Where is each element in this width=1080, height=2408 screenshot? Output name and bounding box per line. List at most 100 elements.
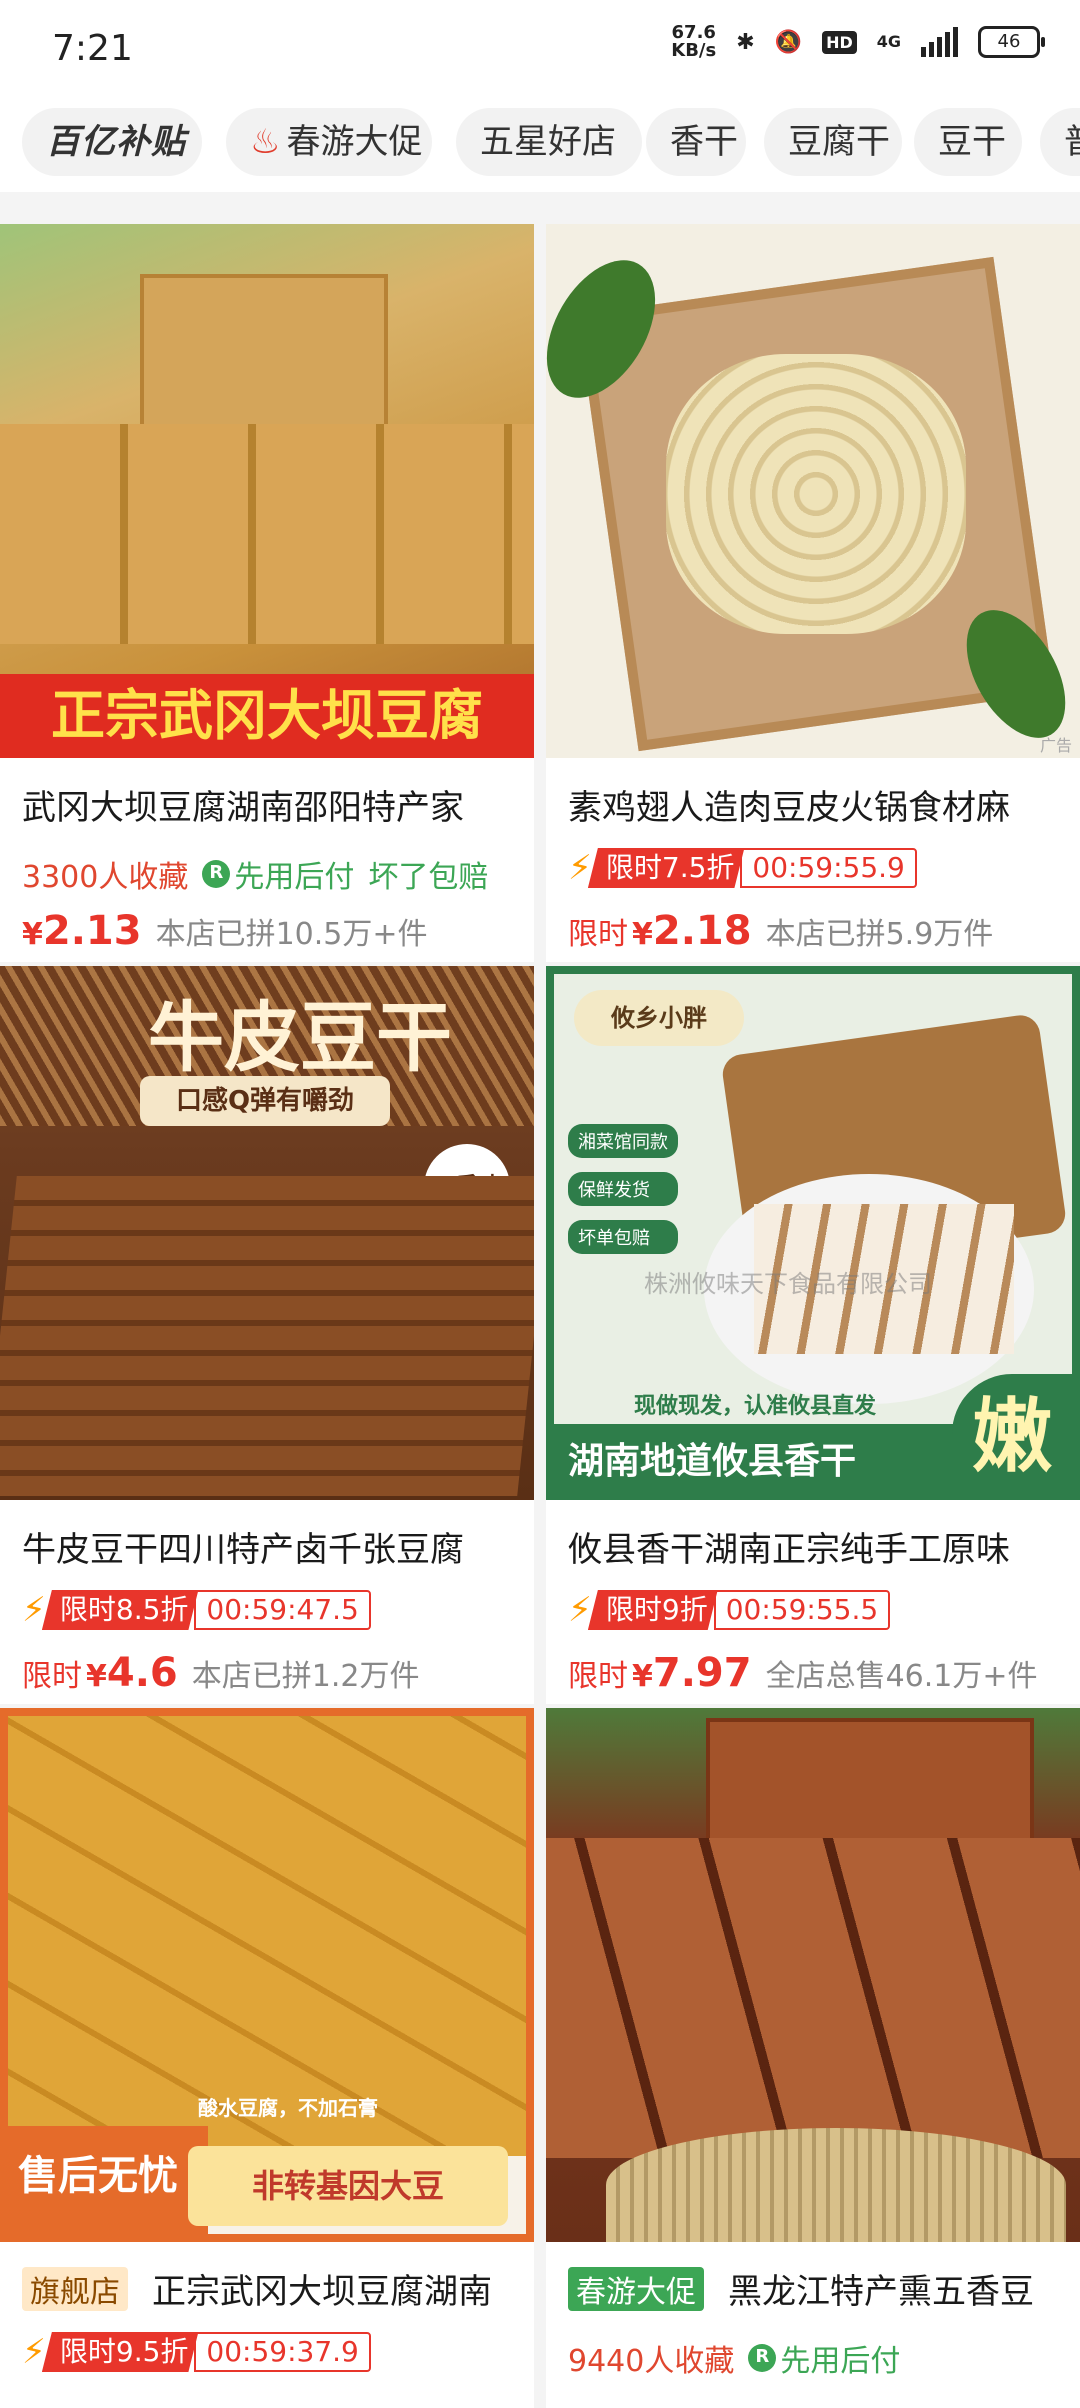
tofu-sheets (0, 1176, 534, 1496)
price: 限时 ¥4.6 (22, 1650, 178, 1696)
flagship-tag: 旗舰店 (22, 2266, 128, 2311)
price-row: 限时 ¥7.97 全店总售46.1万+件 (568, 1650, 1038, 1696)
tab-five-star[interactable]: 五星好店 (456, 108, 642, 176)
product-image: 正宗武冈大坝豆腐 (0, 224, 534, 758)
image-title: 牛皮豆干 (148, 993, 452, 1082)
feature-badge: 坏单包赔 (568, 1220, 678, 1254)
price: ¥2.13 (22, 908, 142, 954)
flash-sale: ⚡ 限时9.5折 00:59:37.9 (22, 2332, 371, 2372)
signal-icon (921, 27, 958, 57)
flash-badge: ⚡ 限时8.5折 00:59:47.5 (22, 1590, 371, 1630)
image-subtitle: 口感Q弹有嚼劲 (140, 1076, 390, 1126)
product-title: 牛皮豆干四川特产卤千张豆腐 (22, 1530, 464, 1570)
watermark: 株洲攸味天下食品有限公司 (644, 1270, 932, 1298)
product-image (546, 1708, 1080, 2242)
bluetooth-icon: ✱ (736, 29, 755, 55)
tofu-row (0, 424, 534, 644)
pay-later-icon (202, 860, 231, 888)
product-card[interactable]: 春游大促 黑龙江特产熏五香豆 9440人收藏 先用后付 (546, 1708, 1080, 2408)
tab-brand-subsidy[interactable]: 百亿补贴 (22, 108, 202, 176)
lightning-icon: ⚡ (568, 848, 592, 888)
product-title-row: 春游大促 黑龙江特产熏五香豆 (568, 2264, 1034, 2313)
tofu-pile (8, 1716, 526, 2156)
product-title: 正宗武冈大坝豆腐湖南 (152, 2272, 492, 2312)
pay-later-icon (748, 2344, 777, 2372)
network-speed: 67.6 KB/s (671, 22, 717, 61)
flash-sale: ⚡ 限时8.5折 00:59:47.5 (22, 1590, 371, 1630)
network-type: 4G (876, 32, 901, 51)
product-grid: 正宗武冈大坝豆腐 武冈大坝豆腐湖南邵阳特产家 3300人收藏 先用后付 坏了包赔… (0, 196, 1080, 2408)
countdown: 00:59:37.9 (194, 2332, 371, 2372)
lightning-icon: ⚡ (568, 1590, 592, 1630)
product-title: 武冈大坝豆腐湖南邵阳特产家 (22, 788, 464, 828)
product-badges: 3300人收藏 先用后付 坏了包赔 (22, 852, 488, 896)
image-note: 现做现发，认准攸县直发 (634, 1394, 877, 1419)
countdown: 00:59:47.5 (194, 1590, 371, 1630)
status-icons: 67.6 KB/s ✱ 🔕 HD 4G 46 (671, 22, 1045, 61)
product-card[interactable]: 牛皮豆干 口感Q弹有嚼劲 五香味 牛皮豆干四川特产卤千张豆腐 ⚡限时8.5折00… (0, 966, 534, 1704)
product-image: 攸乡小胖 湘菜馆同款 保鲜发货 坏单包赔 株洲攸味天下食品有限公司 现做现发，认… (546, 966, 1080, 1500)
flash-badge: ⚡ 限时7.5折 00:59:55.9 (568, 848, 917, 888)
sold-count: 全店总售46.1万+件 (765, 1659, 1038, 1694)
category-tabs: 百亿补贴 ♨春游大促 五星好店 香干 豆腐干 豆干 普 (0, 96, 1080, 192)
image-big-char: 嫩 (952, 1374, 1072, 1500)
price: 限时 ¥2.18 (568, 908, 752, 954)
sold-count: 本店已拼10.5万+件 (155, 917, 428, 952)
refund-guarantee: 坏了包赔 (368, 860, 489, 895)
countdown: 00:59:55.9 (740, 848, 917, 888)
flash-badge: ⚡ 限时9折 00:59:55.5 (568, 1590, 891, 1630)
feature-badges: 湘菜馆同款 保鲜发货 坏单包赔 (568, 1124, 678, 1254)
mute-bell-icon: 🔕 (774, 29, 803, 55)
bamboo-basket (606, 2128, 1066, 2242)
favorites-count: 3300人收藏 (22, 860, 189, 895)
image-note: 酸水豆腐，不加石膏 (198, 2096, 378, 2120)
product-title: 攸县香干湖南正宗纯手工原味 (568, 1530, 1010, 1570)
flash-sale: ⚡ 限时9折 00:59:55.5 (568, 1590, 891, 1630)
product-image: 广告 (546, 224, 1080, 758)
price-row: 限时 ¥4.6 本店已拼1.2万件 (22, 1650, 419, 1696)
feature-badge: 湘菜馆同款 (568, 1124, 678, 1158)
countdown: 00:59:55.5 (713, 1590, 891, 1630)
product-card[interactable]: 攸乡小胖 湘菜馆同款 保鲜发货 坏单包赔 株洲攸味天下食品有限公司 现做现发，认… (546, 966, 1080, 1704)
hd-icon: HD (822, 30, 857, 54)
feature-badge: 保鲜发货 (568, 1172, 678, 1206)
price-row: ¥2.13 本店已拼10.5万+件 (22, 908, 428, 954)
image-subtitle: 非转基因大豆 (188, 2146, 508, 2226)
product-card[interactable]: 酸水豆腐，不加石膏 售后无忧 非转基因大豆 旗舰店 正宗武冈大坝豆腐湖南 ⚡ 限时… (0, 1708, 534, 2408)
tab-doufugan[interactable]: 豆腐干 (764, 108, 902, 176)
image-banner: 正宗武冈大坝豆腐 (0, 674, 534, 758)
ad-label: 广告 (1039, 736, 1072, 755)
status-bar: 7:21 67.6 KB/s ✱ 🔕 HD 4G 46 (0, 0, 1080, 96)
flash-badge: ⚡ 限时9.5折 00:59:37.9 (22, 2332, 371, 2372)
fire-icon: ♨ (250, 122, 281, 162)
product-image: 牛皮豆干 口感Q弹有嚼劲 五香味 (0, 966, 534, 1500)
product-card[interactable]: 正宗武冈大坝豆腐 武冈大坝豆腐湖南邵阳特产家 3300人收藏 先用后付 坏了包赔… (0, 224, 534, 962)
pay-later: 先用后付 (748, 2336, 900, 2380)
product-card[interactable]: 广告 素鸡翅人造肉豆皮火锅食材麻 ⚡ 限时7.5折 00:59:55.9 限时 ¥2.… (546, 224, 1080, 962)
sold-count: 本店已拼5.9万件 (765, 917, 994, 952)
tab-xianggan[interactable]: 香干 (646, 108, 746, 176)
product-title-row: 旗舰店 正宗武冈大坝豆腐湖南 (22, 2264, 492, 2313)
lightning-icon: ⚡ (22, 1590, 46, 1630)
clock: 7:21 (52, 28, 133, 69)
favorites-count: 9440人收藏 (568, 2344, 735, 2379)
tab-more[interactable]: 普 (1040, 108, 1080, 176)
product-badges: 9440人收藏 先用后付 (568, 2336, 900, 2380)
smoked-tofu-slices (546, 1838, 1080, 2158)
price: 限时 ¥7.97 (568, 1650, 752, 1696)
product-title: 黑龙江特产熏五香豆 (728, 2272, 1034, 2312)
product-title: 素鸡翅人造肉豆皮火锅食材麻 (568, 788, 1010, 828)
spring-promo-tag: 春游大促 (568, 2266, 704, 2311)
tab-spring-promo[interactable]: ♨ 春游大促 (226, 108, 432, 176)
price-row: 限时 ¥2.18 本店已拼5.9万件 (568, 908, 993, 954)
soy-wings (666, 354, 966, 634)
pay-later: 先用后付 (202, 852, 354, 896)
battery-icon: 46 (978, 26, 1045, 58)
flash-sale: ⚡ 限时7.5折 00:59:55.9 (568, 848, 917, 888)
tab-dougan[interactable]: 豆干 (914, 108, 1022, 176)
image-banner: 湖南地道攸县香干 (554, 1424, 974, 1500)
product-image: 酸水豆腐，不加石膏 售后无忧 非转基因大豆 (0, 1708, 534, 2242)
lightning-icon: ⚡ (22, 2332, 46, 2372)
sold-count: 本店已拼1.2万件 (191, 1659, 420, 1694)
image-banner: 售后无忧 (8, 2126, 208, 2236)
